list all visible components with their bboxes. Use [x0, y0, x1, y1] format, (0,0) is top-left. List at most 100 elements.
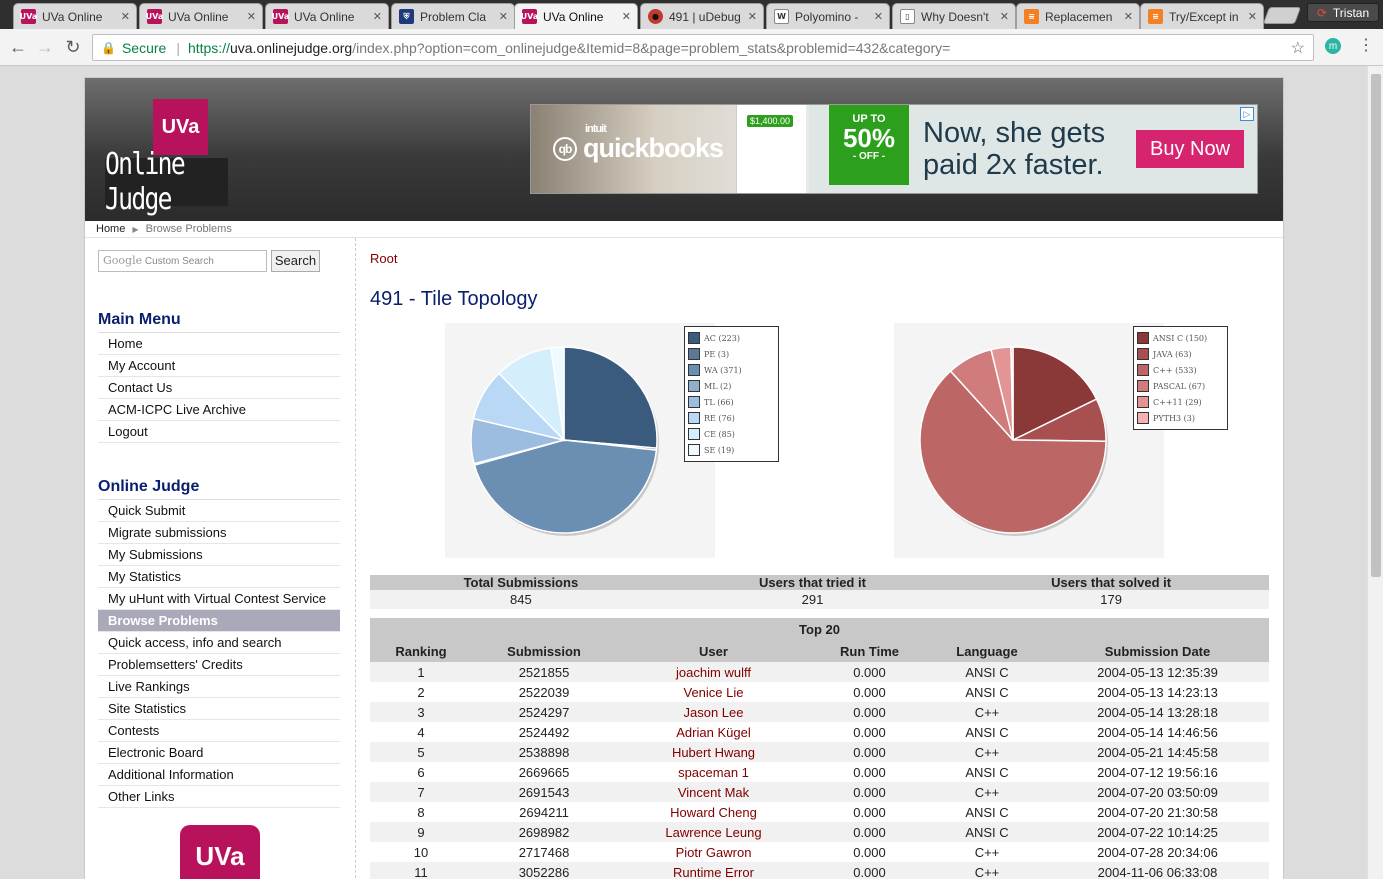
user-link[interactable]: Piotr Gawron [616, 842, 811, 862]
back-arrow-icon[interactable]: ← [8, 37, 28, 57]
tab-close-icon[interactable]: ✕ [1124, 10, 1133, 23]
user-link[interactable]: Jason Lee [616, 702, 811, 722]
menu-item-home[interactable]: Home [98, 333, 340, 355]
scrollbar-thumb[interactable] [1371, 74, 1381, 577]
menu-item-site-statistics[interactable]: Site Statistics [98, 698, 340, 720]
ad-buy-now-button[interactable]: Buy Now [1136, 130, 1244, 168]
browser-menu-icon[interactable]: ⋮ [1358, 37, 1374, 55]
browser-tab[interactable]: UVa UVa Online ✕ [13, 3, 137, 29]
tab-close-icon[interactable]: ✕ [622, 10, 631, 23]
legend-swatch [1137, 380, 1149, 392]
tab-close-icon[interactable]: ✕ [1000, 10, 1009, 23]
browser-tab[interactable]: ⛨ Problem Cla ✕ [391, 3, 515, 29]
tab-close-icon[interactable]: ✕ [874, 10, 883, 23]
new-tab-button[interactable] [1262, 7, 1302, 24]
browser-tab[interactable]: ▯ Why Doesn't ✕ [892, 3, 1016, 29]
tab-close-icon[interactable]: ✕ [247, 10, 256, 23]
ad-phone: $1,400.00 [736, 105, 806, 193]
browser-tab[interactable]: UVa UVa Online ✕ [514, 3, 638, 29]
menu-item-migrate-submissions[interactable]: Migrate submissions [98, 522, 340, 544]
extension-icon[interactable]: m [1325, 38, 1341, 54]
menu-item-other-links[interactable]: Other Links [98, 786, 340, 808]
root-link[interactable]: Root [370, 251, 397, 266]
google-search-input[interactable]: Google Custom Search [98, 250, 267, 272]
profile-button[interactable]: ⟳ Tristan [1307, 3, 1379, 22]
online-judge-menu: Quick Submit Migrate submissions My Submis… [98, 500, 341, 808]
tab-close-icon[interactable]: ✕ [748, 10, 757, 23]
menu-item-additional-information[interactable]: Additional Information [98, 764, 340, 786]
browser-tab[interactable]: UVa UVa Online ✕ [139, 3, 263, 29]
advertisement-banner[interactable]: qb intuit quickbooks $1,400.00 UP TO 50%… [530, 104, 1258, 194]
stats-value: 179 [953, 590, 1269, 609]
browser-tab[interactable]: ≡ Replacemen ✕ [1016, 3, 1140, 29]
user-link[interactable]: Hubert Hwang [616, 742, 811, 762]
user-link[interactable]: Howard Cheng [616, 802, 811, 822]
legend-swatch [688, 444, 700, 456]
user-link[interactable]: Lawrence Leung [616, 822, 811, 842]
browser-tab[interactable]: UVa UVa Online ✕ [265, 3, 389, 29]
menu-item-my-submissions[interactable]: My Submissions [98, 544, 340, 566]
menu-item-my-statistics[interactable]: My Statistics [98, 566, 340, 588]
tab-close-icon[interactable]: ✕ [121, 10, 130, 23]
tab-close-icon[interactable]: ✕ [1248, 10, 1257, 23]
menu-item-browse-problems[interactable]: Browse Problems [98, 610, 340, 632]
tab-close-icon[interactable]: ✕ [373, 10, 382, 23]
menu-item-live-rankings[interactable]: Live Rankings [98, 676, 340, 698]
verdict-pie-svg [470, 346, 659, 536]
address-bar[interactable]: 🔒 Secure | https:// uva.onlinejudge.org … [92, 34, 1314, 61]
bookmark-star-icon[interactable]: ☆ [1291, 38, 1305, 58]
user-link[interactable]: Adrian Kügel [616, 722, 811, 742]
omnibox-separator: | [176, 39, 180, 56]
table-cell: C++ [928, 842, 1046, 862]
menu-item-contact-us[interactable]: Contact Us [98, 377, 340, 399]
legend-entry: RE (76) [688, 410, 775, 426]
tab-title: UVa Online [168, 9, 229, 24]
legend-swatch [688, 332, 700, 344]
top20-caption: Top 20 [370, 618, 1269, 640]
browser-tab[interactable]: ● 491 | uDebug ✕ [640, 3, 764, 29]
table-cell: 2004-05-14 13:28:18 [1046, 702, 1269, 722]
user-link[interactable]: Vincent Mak [616, 782, 811, 802]
search-button[interactable]: Search [271, 250, 320, 272]
uva-bottom-logo[interactable]: UVa [180, 825, 260, 879]
table-cell: 2538898 [472, 742, 616, 762]
top20-header: Ranking [370, 640, 472, 662]
profile-name: Tristan [1332, 5, 1370, 20]
vertical-scrollbar[interactable] [1367, 66, 1383, 879]
menu-item-contests[interactable]: Contests [98, 720, 340, 742]
user-link[interactable]: Venice Lie [616, 682, 811, 702]
user-link[interactable]: spaceman 1 [616, 762, 811, 782]
menu-item-acm-icpc-live-archive[interactable]: ACM-ICPC Live Archive [98, 399, 340, 421]
stats-header: Total Submissions [370, 575, 672, 590]
table-cell: C++ [928, 702, 1046, 722]
legend-entry: JAVA (63) [1137, 346, 1224, 362]
menu-item-quick-access-info-and-search[interactable]: Quick access, info and search [98, 632, 340, 654]
table-cell: 0.000 [811, 742, 928, 762]
menu-item-my-uhunt-with-virtual-contest-service[interactable]: My uHunt with Virtual Contest Service [98, 588, 340, 610]
user-link[interactable]: joachim wulff [616, 662, 811, 682]
user-link[interactable]: Runtime Error [616, 862, 811, 879]
table-cell: 2669665 [472, 762, 616, 782]
menu-item-problemsetters-credits[interactable]: Problemsetters' Credits [98, 654, 340, 676]
menu-item-logout[interactable]: Logout [98, 421, 340, 443]
adchoices-icon[interactable]: ▷ [1240, 107, 1254, 121]
table-cell: 2004-05-13 12:35:39 [1046, 662, 1269, 682]
secure-label: Secure [121, 39, 167, 56]
browser-tab[interactable]: ≡ Try/Except in ✕ [1140, 3, 1264, 29]
legend-swatch [688, 412, 700, 424]
browser-tab[interactable]: W Polyomino - ✕ [766, 3, 890, 29]
breadcrumb-home[interactable]: Home [96, 223, 125, 235]
online-judge-logo[interactable]: Online Judge [105, 147, 228, 217]
menu-item-electronic-board[interactable]: Electronic Board [98, 742, 340, 764]
forward-arrow-icon[interactable]: → [35, 37, 55, 57]
search-row: Google Custom Search Search [98, 250, 341, 274]
tab-close-icon[interactable]: ✕ [499, 10, 508, 23]
menu-item-quick-submit[interactable]: Quick Submit [98, 500, 340, 522]
legend-swatch [688, 396, 700, 408]
ad-brand-name: quickbooks [583, 133, 724, 163]
menu-item-my-account[interactable]: My Account [98, 355, 340, 377]
reload-icon[interactable]: ↻ [63, 37, 83, 57]
uva-favicon-icon: UVa [20, 9, 37, 24]
tab-title: UVa Online [42, 9, 103, 24]
